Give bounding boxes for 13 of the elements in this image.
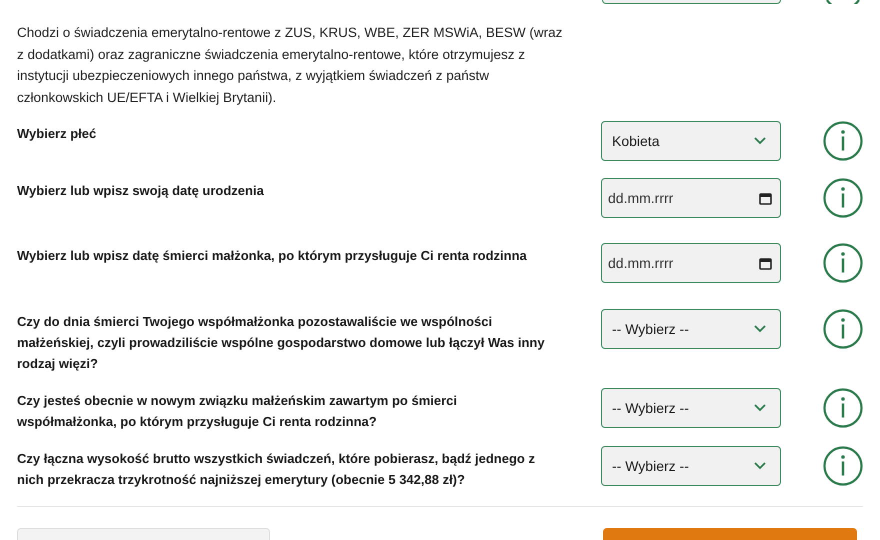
question-label: Wybierz płeć [17,125,98,143]
date-field[interactable]: dd.mm.rrrr [601,243,781,283]
description-text: Chodzi o świadczenia emerytalno-rentowe z ZUS, KRUS, WBE, ZER MSWiA, BESW (wraz z dodatkami) oraz zagraniczne świadczenia emerytalno-rentowe, które otrzymujesz z instytucji ubezpieczeniowych innego państwa, z wyjątkiem świadczeń z państw członkowskich UE/EFTA i Wielkiej Brytanii). [17,24,564,107]
question-label: Czy łączna wysokość brutto wszystkich świadczeń, które pobierasz, bądź jednego z nich przekracza trzykrotność najniższej emerytury (obecnie 5 342,88 zł)? [17,450,536,489]
question-label: Czy do dnia śmierci Twojego współmałżonka pozostawaliście we wspólności małżeńskiej, czyli prowadziliście wspólne gospodarstwo domowe lub łączył Was inny rodzaj więzi? [17,313,545,373]
select-field[interactable]: -- Wybierz -- [601,446,781,486]
date-field[interactable]: dd.mm.rrrr [601,178,781,218]
select-field[interactable]: -- Wybierz -- [601,388,781,428]
question-label: Czy jesteś obecnie w nowym związku małżeńskim zawartym po śmierci współmałżonka, po którym przysługuje Ci renta rodzinna? [17,392,458,431]
question-label: Wybierz lub wpisz datę śmierci małżonka, po którym przysługuje Ci renta rodzinna [17,247,528,265]
select-field[interactable]: -- Wybierz -- [601,309,781,349]
select-field[interactable]: Kobieta [601,121,781,161]
question-label: Wybierz lub wpisz swoją datę urodzenia [17,182,265,200]
